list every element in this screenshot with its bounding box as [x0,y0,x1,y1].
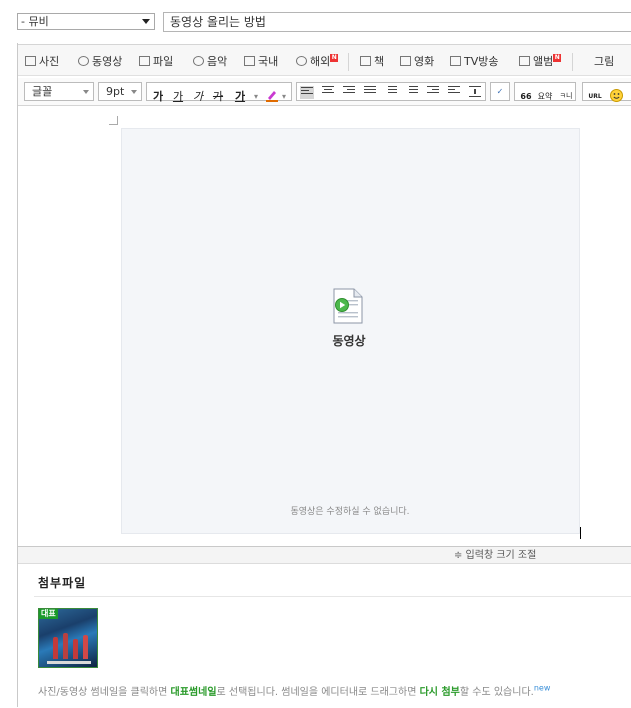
insert-misc-group: 66 요약 ㅋ니 [514,82,576,101]
insert-photo-button[interactable]: 사진 [25,54,59,70]
thumbnail-figure [73,639,78,659]
insert-toolbar: 사진 동영상 파일 음악 국내 해외N 책 영화 TV방송 앨범N 그림 [18,44,631,76]
format-toolbar: 글꼴 9pt 가 가 가 가 가 ▾ ▾ ✓ 66 요약 ㅋ니 URL [18,78,631,106]
new-content-button[interactable]: ㅋ니 [556,87,576,106]
thumbnail-figure [53,637,58,659]
text-caret [580,527,581,539]
no-edit-notice: 동영상은 수정하실 수 없습니다. [290,507,410,517]
globe-icon [296,56,307,66]
music-icon [193,56,204,66]
attachment-help-text: 사진/동영상 썸네일을 클릭하면 대표썸네일로 선택됩니다. 썸네일을 에디터내… [38,683,551,698]
page-corner-mark [109,116,118,125]
attachments-divider [34,596,631,597]
book-icon [360,56,371,66]
spellcheck-button[interactable]: ✓ [490,82,510,101]
chevron-down-icon [131,90,137,94]
attachments-title: 첨부파일 [38,576,87,590]
emoticon-icon[interactable] [607,87,625,106]
italic-button[interactable]: 가 [189,87,207,106]
title-input[interactable]: 동영상 올리는 방법 [163,12,631,32]
play-circle-icon [78,56,89,66]
title-value: 동영상 올리는 방법 [170,15,266,29]
new-badge: N [553,54,562,62]
toolbar-divider [572,53,573,71]
spellcheck-icon: ✓ [496,87,504,96]
url-button[interactable]: URL [585,87,605,106]
category-select[interactable]: - 뮤비 [17,13,155,30]
tv-icon [450,56,461,66]
text-color-button[interactable]: 가 [231,87,249,106]
indent-icon[interactable] [448,86,460,97]
bullet-list-icon[interactable] [406,86,418,97]
insert-video-button[interactable]: 동영상 [78,54,122,70]
insert-movie-button[interactable]: 영화 [400,54,434,70]
thumbnail-caption-bar [47,661,91,664]
summary-button[interactable]: 요약 [535,87,555,106]
resize-label: ≑ 입력창 크기 조절 [454,550,537,561]
album-icon [519,56,530,66]
resize-handle[interactable]: ≑ 입력창 크기 조절 [18,546,631,564]
align-justify-icon[interactable] [364,86,376,97]
insert-link-group: URL [582,82,631,102]
insert-music-button[interactable]: 음악 [193,54,227,70]
insert-file-button[interactable]: 파일 [139,54,173,70]
insert-book-button[interactable]: 책 [360,54,384,70]
ordered-list-icon[interactable] [385,86,397,97]
category-value: - 뮤비 [21,15,49,28]
align-left-icon[interactable] [300,86,314,99]
font-family-select[interactable]: 글꼴 [24,82,94,101]
map-icon [244,56,255,66]
thumbnail-figure [63,633,68,659]
align-right-icon[interactable] [343,86,355,97]
help-highlight-representative: 대표썸네일 [170,687,217,698]
font-size-select[interactable]: 9pt [98,82,142,101]
help-highlight-reattach: 다시 첨부 [419,687,460,698]
insert-domestic-button[interactable]: 국내 [244,54,278,70]
text-style-group: 가 가 가 가 가 ▾ ▾ [146,82,292,103]
insert-album-button[interactable]: 앨범N [519,54,562,70]
paragraph-group [296,82,486,101]
bold-button[interactable]: 가 [149,87,167,106]
insert-picture-button[interactable]: 그림 [594,54,614,70]
thumbnail-figure [83,635,88,659]
file-icon [139,56,150,66]
highlight-dropdown[interactable]: ▾ [279,87,289,106]
video-file-icon [332,288,364,324]
align-center-icon[interactable] [322,86,334,97]
chevron-down-icon [142,19,150,24]
camera-icon [25,56,36,66]
attachment-thumbnail[interactable]: 대표 [38,608,98,668]
video-label: 동영상 [332,334,366,348]
insert-overseas-button[interactable]: 해외N [296,54,339,70]
quote-button[interactable]: 66 [517,87,535,106]
video-placeholder[interactable] [121,128,580,534]
film-icon [400,56,411,66]
new-badge: new [533,683,551,693]
line-height-icon[interactable] [469,86,481,97]
representative-badge: 대표 [39,609,58,619]
strikethrough-button[interactable]: 가 [209,87,227,106]
insert-tv-button[interactable]: TV방송 [450,54,498,70]
underline-button[interactable]: 가 [169,87,187,106]
outdent-icon[interactable] [427,86,439,97]
new-badge: N [330,54,339,62]
text-color-dropdown[interactable]: ▾ [251,87,261,106]
chevron-down-icon [83,90,89,94]
toolbar-divider [348,53,349,71]
